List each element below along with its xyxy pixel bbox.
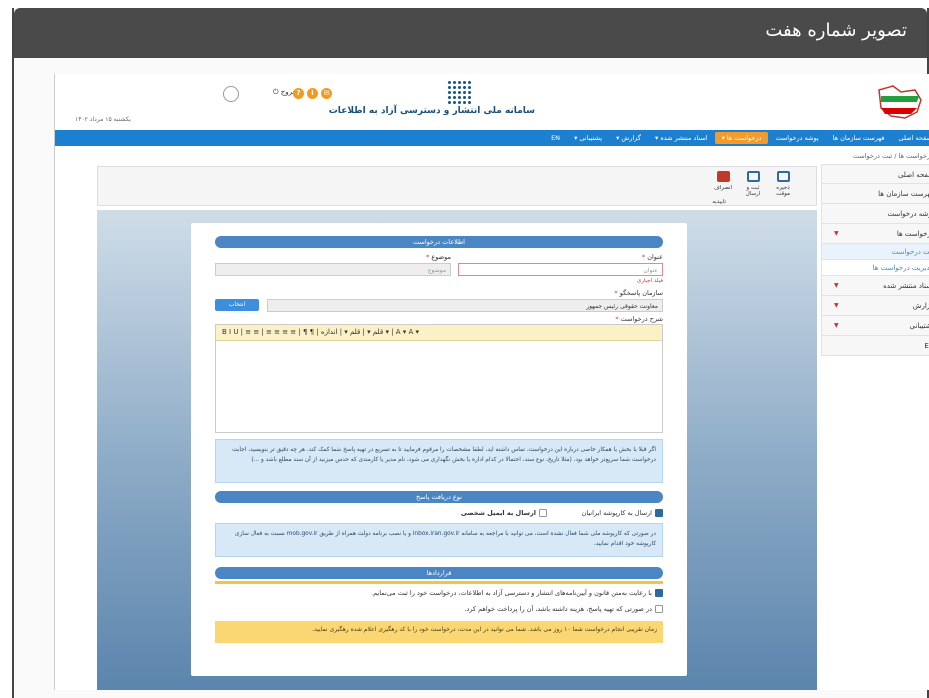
nav-item-en[interactable]: EN <box>544 130 567 146</box>
figure-title: تصویر شماره هفت <box>14 8 927 58</box>
sidebar-item-label: صفحه اصلی <box>897 171 929 179</box>
sidebar-item-label: ثبت درخواست <box>891 248 929 256</box>
sidebar-item-label: گزارش <box>912 302 929 310</box>
nav-item-requests[interactable]: درخواست ها ▾ <box>714 132 769 144</box>
delivery-option-1[interactable]: ارسال به کارپوشه ایرانیان <box>582 509 663 517</box>
sidebar-item-home[interactable]: صفحه اصلی <box>821 164 929 184</box>
delivery-info-box: در صورتی که کارپوشه ملی شما فعال نشده اس… <box>215 523 663 557</box>
breadcrumb: درخواست ها / ثبت درخواست <box>852 152 929 160</box>
title-hint: فیلد اجباری <box>637 278 663 284</box>
sidebar-item-label: پوشه درخواست <box>887 210 929 218</box>
help-icon[interactable]: ? <box>293 88 304 99</box>
submit-button[interactable]: ثبت و ارسال <box>740 171 766 197</box>
delivery-option-1-label: ارسال به کارپوشه ایرانیان <box>581 509 652 517</box>
sidebar-item-requests[interactable]: درخواست ها ▼ <box>821 224 929 244</box>
iran-map-flag-icon <box>878 85 922 119</box>
request-info-box: اگر قبلا با بخش یا همکار خاصی درباره این… <box>215 439 663 483</box>
subject-label: موضوع * <box>426 253 451 261</box>
agree-fee-checkbox[interactable]: در صورتی که تهیه پاسخ، هزینه داشته باشد،… <box>464 605 663 613</box>
nav-item-folder[interactable]: پوشه درخواست <box>768 130 825 146</box>
title-input[interactable]: عنوان <box>458 263 663 276</box>
sidebar-item-label: پشتیبانی <box>909 322 929 330</box>
sidebar-item-report[interactable]: گزارش ▼ <box>821 296 929 316</box>
save-send-icon <box>746 171 760 182</box>
mail-icon[interactable]: ✉ <box>321 88 332 99</box>
submit-label: ثبت و ارسال <box>745 185 761 197</box>
agree-law-checkbox[interactable]: با رعایت به‌متن قانون و آیین‌نامه‌های ان… <box>371 589 663 597</box>
title-label-text: عنوان <box>647 253 663 261</box>
sidebar-item-label: EN <box>924 342 929 350</box>
agree-fee-label: در صورتی که تهیه پاسخ، هزینه داشته باشد،… <box>464 605 652 613</box>
subject-label-text: موضوع <box>431 253 451 261</box>
cancel-label: انصراف <box>713 185 733 191</box>
checkbox-checked[interactable] <box>655 589 663 597</box>
sidebar-item-en[interactable]: EN <box>821 336 929 356</box>
save-draft-button[interactable]: ذخیره موقت <box>770 171 796 197</box>
section-contracts-header: قراردادها <box>215 567 663 579</box>
checkbox-checked[interactable] <box>655 509 663 517</box>
time-warning: زمان تقریبی انجام درخواست شما ۱۰ روز می … <box>215 621 663 643</box>
toolbar-caption: تاییدیه <box>712 199 726 205</box>
main-nav: صفحه اصلی فهرست سازمان ها پوشه درخواست د… <box>55 130 929 146</box>
editor-toolbar[interactable]: B I U | ≡ ≡ | ≡ ≡ ≡ ≡ | ¶ ¶ | قلم ▾ | قل… <box>216 325 662 341</box>
sidebar-item-label: فهرست سازمان ها <box>878 190 929 198</box>
info-icon[interactable]: i <box>307 88 318 99</box>
user-icon[interactable] <box>223 86 239 102</box>
subject-input[interactable]: موضوع <box>215 263 451 276</box>
header-icons: ? i ✉ <box>293 88 332 99</box>
main-area: اطلاعات درخواست عنوان * موضوع * عنوان مو… <box>97 210 817 690</box>
section-delivery-header: نوع دریافت پاسخ <box>215 491 663 503</box>
nav-item-report[interactable]: گزارش ▾ <box>609 130 648 146</box>
checkbox[interactable] <box>539 509 547 517</box>
nav-item-support[interactable]: پشتیبانی ▾ <box>567 130 609 146</box>
sidebar-item-support[interactable]: پشتیبانی ▼ <box>821 316 929 336</box>
caret-down-icon: ▼ <box>834 282 839 289</box>
save-draft-label: ذخیره موقت <box>776 185 790 197</box>
sidebar-item-label: درخواست ها <box>896 230 929 238</box>
nav-item-orgs[interactable]: فهرست سازمان ها <box>826 130 892 146</box>
org-label-text: سازمان پاسخگو <box>619 289 663 297</box>
title-label: عنوان * <box>641 253 663 261</box>
nav-item-home[interactable]: صفحه اصلی <box>892 130 929 146</box>
org-input[interactable]: معاونت حقوقی رئیس جمهور <box>267 299 663 312</box>
sidebar-item-orgs[interactable]: فهرست سازمان ها <box>821 184 929 204</box>
site-logo[interactable]: سامانه ملی انتشار و دسترسی آزاد به اطلاع… <box>328 80 535 126</box>
delivery-option-2-label: ارسال به ایمیل شخصی <box>460 509 536 517</box>
desc-label: شرح درخواست * <box>615 315 663 323</box>
section-request-header: اطلاعات درخواست <box>215 236 663 248</box>
save-icon <box>776 171 790 182</box>
sidebar-item-label: مدیریت درخواست ها <box>872 264 929 272</box>
sidebar: صفحه اصلی فهرست سازمان ها پوشه درخواست د… <box>821 164 929 356</box>
request-form: اطلاعات درخواست عنوان * موضوع * عنوان مو… <box>191 223 687 676</box>
current-date: یکشنبه ۱۵ مرداد ۱۴۰۲ <box>75 116 131 123</box>
desc-label-text: شرح درخواست <box>620 315 663 323</box>
close-icon <box>716 171 730 182</box>
caret-down-icon: ▼ <box>834 230 839 237</box>
cancel-button[interactable]: انصراف <box>710 171 736 191</box>
sidebar-item-folder[interactable]: پوشه درخواست <box>821 204 929 224</box>
org-label: سازمان پاسخگو * <box>614 289 663 297</box>
caret-down-icon: ▼ <box>834 302 839 309</box>
action-toolbar: ذخیره موقت ثبت و ارسال انصراف تاییدیه <box>97 166 817 206</box>
sidebar-item-label: اسناد منتشر شده <box>883 282 929 290</box>
screenshot: سامانه ملی انتشار و دسترسی آزاد به اطلاع… <box>54 74 929 690</box>
delivery-option-2[interactable]: ارسال به ایمیل شخصی <box>461 509 547 517</box>
logo-text: سامانه ملی انتشار و دسترسی آزاد به اطلاع… <box>328 106 535 116</box>
checkbox[interactable] <box>655 605 663 613</box>
caret-down-icon: ▼ <box>834 322 839 329</box>
figure-frame: تصویر شماره هفت سامانه ملی انتشار و دستر… <box>12 8 929 698</box>
nav-item-published[interactable]: اسناد منتشر شده ▾ <box>648 130 715 146</box>
pick-org-button[interactable]: انتخاب <box>215 299 259 311</box>
sidebar-item-new-request[interactable]: ثبت درخواست <box>821 244 929 260</box>
site-header: سامانه ملی انتشار و دسترسی آزاد به اطلاع… <box>55 74 929 130</box>
divider <box>215 581 663 584</box>
sidebar-item-published[interactable]: اسناد منتشر شده ▼ <box>821 276 929 296</box>
agree-law-label: با رعایت به‌متن قانون و آیین‌نامه‌های ان… <box>371 589 652 597</box>
logo-mark-icon <box>447 80 473 104</box>
desc-editor[interactable]: B I U | ≡ ≡ | ≡ ≡ ≡ ≡ | ¶ ¶ | قلم ▾ | قل… <box>215 324 663 433</box>
sidebar-item-manage-requests[interactable]: مدیریت درخواست ها <box>821 260 929 276</box>
